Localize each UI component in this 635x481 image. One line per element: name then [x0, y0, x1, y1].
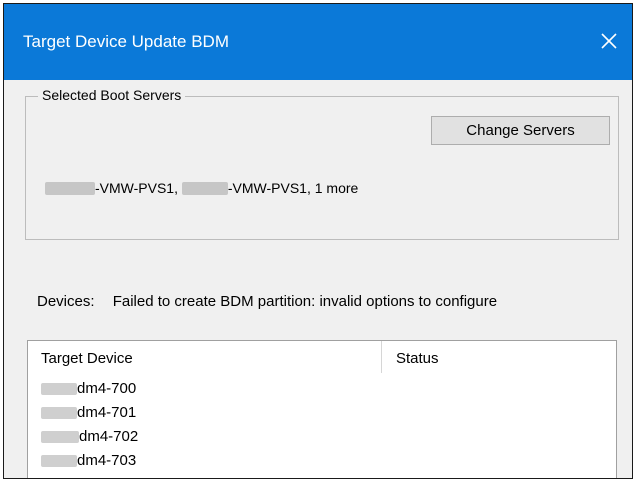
list-item[interactable]: dm4-700 — [41, 380, 138, 404]
column-header-target-device[interactable]: Target Device — [41, 350, 133, 367]
column-header-status[interactable]: Status — [396, 350, 439, 367]
redacted-text — [45, 182, 95, 195]
window-title: Target Device Update BDM — [23, 32, 229, 51]
redacted-text — [41, 431, 79, 443]
devices-status-row: Devices: Failed to create BDM partition:… — [37, 293, 497, 310]
selected-boot-servers-group: Selected Boot Servers Change Servers -VM… — [25, 87, 619, 240]
change-servers-button[interactable]: Change Servers — [431, 116, 610, 145]
close-button[interactable] — [588, 18, 630, 64]
list-item[interactable]: dm4-702 — [41, 428, 138, 452]
device-name: dm4-700 — [77, 380, 137, 397]
list-item[interactable]: dm4-701 — [41, 404, 138, 428]
redacted-text — [41, 407, 77, 419]
redacted-text — [41, 383, 77, 395]
list-header: Target Device Status — [28, 341, 616, 377]
device-name: dm4-701 — [77, 404, 137, 421]
server-1-name: -VMW-PVS1, — [95, 180, 182, 196]
device-list[interactable]: Target Device Status dm4-700 dm4-701 dm4… — [27, 340, 617, 478]
device-name: dm4-702 — [79, 428, 139, 445]
dialog-window: Target Device Update BDM Selected Boot S… — [3, 3, 633, 479]
devices-message: Failed to create BDM partition: invalid … — [112, 293, 498, 310]
redacted-text — [41, 455, 77, 467]
device-name: dm4-703 — [77, 452, 137, 469]
list-item[interactable]: dm4-703 — [41, 452, 138, 476]
title-bar[interactable]: Target Device Update BDM — [4, 4, 632, 80]
device-rows: dm4-700 dm4-701 dm4-702 dm4-703 — [41, 380, 138, 476]
column-divider[interactable] — [381, 341, 382, 373]
redacted-text — [181, 182, 228, 195]
server-2-name: -VMW-PVS1, 1 more — [227, 180, 359, 196]
group-legend: Selected Boot Servers — [38, 87, 186, 103]
selected-servers-text: -VMW-PVS1, -VMW-PVS1, 1 more — [45, 180, 358, 196]
devices-label: Devices: — [37, 293, 95, 310]
close-icon — [601, 33, 617, 49]
